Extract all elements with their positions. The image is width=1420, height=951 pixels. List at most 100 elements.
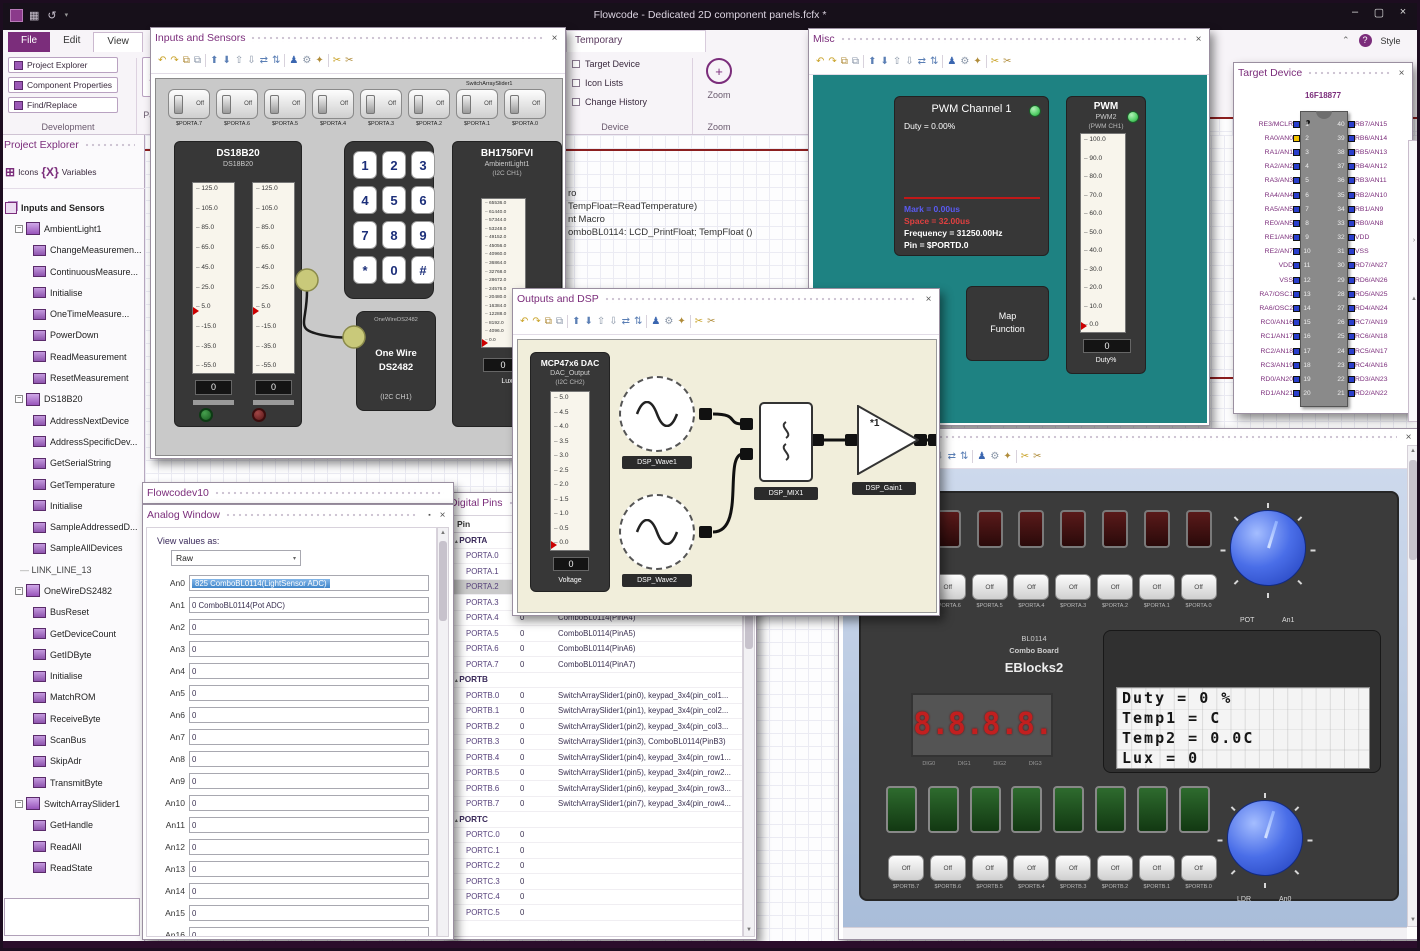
flip-horizontal-icon[interactable]: ⇄ [260,55,268,66]
configure-icon[interactable]: ⚙ [990,451,999,462]
variables-label[interactable]: Variables [62,167,97,177]
expander-icon[interactable] [15,224,23,233]
dsp-wave1-generator[interactable] [619,376,695,452]
move-down-icon[interactable]: ⇩ [905,56,913,67]
analog-value-input[interactable]: 0 [189,861,429,877]
scroll-up-icon[interactable]: ▲ [1409,296,1419,302]
digital-pin-row[interactable]: PORTB.2 0 SwitchArraySlider1(pin2), keyp… [450,719,742,735]
pin-icon[interactable]: ▪ [423,512,436,519]
digital-pin-row[interactable]: PORTB.4 0 SwitchArraySlider1(pin4), keyp… [450,750,742,766]
tree-item[interactable]: ReadAll [2,836,143,857]
tree-item[interactable]: DS18B20 [2,389,143,410]
paste-icon[interactable]: ⧉ [852,56,859,67]
cut-icon[interactable]: ✂ [695,316,703,327]
effects-icon[interactable]: ✦ [315,55,323,66]
delete-icon[interactable]: ✂ [345,55,353,66]
tree-item[interactable]: Initialise [2,282,143,303]
tree-item[interactable]: GetSerialString [2,453,143,474]
style-menu[interactable]: Style [1381,36,1401,46]
analog-value-input[interactable]: 0 [189,773,429,789]
cut-icon[interactable]: ✂ [991,56,999,67]
digital-pin-row[interactable]: PORTB.3 0 SwitchArraySlider1(pin3), Comb… [450,735,742,750]
zoom-label[interactable]: Zoom [694,90,744,100]
board-push-button[interactable]: Off $PORTA.4 [1013,574,1050,609]
paste-icon[interactable]: ⧉ [194,55,201,66]
move-up-icon[interactable]: ⇧ [893,56,901,67]
digital-pin-row[interactable]: PORTB.5 0 SwitchArraySlider1(pin5), keyp… [450,766,742,781]
digital-pin-row[interactable]: PORTA.5 0 ComboBL0114(PinA5) [450,626,742,642]
move-up-icon[interactable]: ⇧ [597,316,605,327]
tree-item[interactable]: Initialise [2,495,143,516]
expander-icon[interactable] [15,395,23,404]
checkbox-icon[interactable] [572,60,580,68]
tree-item[interactable]: ChangeMeasuremen... [2,240,143,261]
toolbar-separator[interactable] [567,315,569,328]
digital-pin-row[interactable]: PORTC.5 0 [450,905,742,921]
copy-icon[interactable]: ⧉ [841,56,848,67]
maximize-button[interactable]: ▢ [1368,6,1390,19]
redo-icon[interactable]: ↷ [828,56,836,67]
ribbon-tab[interactable]: View [93,32,143,52]
variables-icon[interactable]: {X} [41,165,58,179]
raise-icon[interactable]: ⬆ [210,55,218,66]
dsp-wave2-generator[interactable] [619,494,695,570]
board-button-state[interactable]: Off [1013,574,1050,600]
tree-item[interactable]: AmbientLight1 [2,218,143,239]
configure-icon[interactable]: ⚙ [664,316,673,327]
digital-pin-row[interactable]: PORTC [450,812,742,828]
tree-item[interactable]: AddressNextDevice [2,410,143,431]
tree-item[interactable]: ContinuousMeasure... [2,261,143,282]
board-push-button[interactable]: Off $PORTB.2 [1096,855,1133,890]
analog-value-input[interactable]: 0 [189,905,429,921]
flip-vertical-icon[interactable]: ⇅ [960,451,968,462]
icons-label[interactable]: Icons [18,167,38,177]
close-icon[interactable]: × [1395,68,1408,79]
board-push-button[interactable]: Off $PORTB.0 [1180,855,1217,890]
scroll-up-icon[interactable]: ▲ [1408,446,1418,457]
analog-value-input[interactable]: 0 [189,795,429,811]
flip-vertical-icon[interactable]: ⇅ [634,316,642,327]
horizontal-scrollbar[interactable] [843,927,1407,939]
map-function-box[interactable]: Map Function [966,286,1049,361]
tree-item[interactable]: Inputs and Sensors [2,197,143,218]
board-button-state[interactable]: Off [1055,855,1092,881]
board-push-button[interactable]: Off $PORTB.3 [1055,855,1092,890]
paste-icon[interactable]: ⧉ [556,316,563,327]
flip-vertical-icon[interactable]: ⇅ [930,56,938,67]
digital-pin-row[interactable]: PORTB.7 0 SwitchArraySlider1(pin7), keyp… [450,797,742,812]
undo-icon[interactable]: ↶ [520,316,528,327]
toolbar-separator[interactable] [284,54,286,67]
board-button-state[interactable]: Off [1180,574,1217,600]
dsp-mixer[interactable] [759,402,813,482]
component-icon[interactable]: ♟ [289,55,298,66]
board-button-state[interactable]: Off [971,855,1008,881]
pot-knob[interactable] [1220,503,1316,598]
board-button-state[interactable]: Off [1138,574,1175,600]
icons-grid-icon[interactable]: ⊞ [5,165,15,179]
copy-icon[interactable]: ⧉ [183,55,190,66]
undo-icon[interactable]: ↶ [816,56,824,67]
toolbar-separator[interactable] [327,54,329,67]
digital-pin-row[interactable]: PORTC.0 0 [450,828,742,843]
component-icon[interactable]: ♟ [947,56,956,67]
scroll-up-icon[interactable]: ▲ [438,528,448,539]
analog-value-input[interactable]: 0 [189,619,429,635]
lower-icon[interactable]: ⬇ [880,56,888,67]
board-button-state[interactable]: Off [971,574,1008,600]
scroll-down-icon[interactable]: ▼ [1408,915,1418,926]
close-icon[interactable]: × [548,33,561,44]
ldr-knob[interactable] [1217,793,1313,888]
tree-item[interactable]: OneWireDS2482 [2,580,143,601]
analog-value-input[interactable]: 825 ComboBL0114(LightSensor ADC) [189,575,429,591]
flip-horizontal-icon[interactable]: ⇄ [948,451,956,462]
tree-item[interactable]: LINK_LINE_13 [2,559,143,580]
board-push-button[interactable]: Off $PORTA.0 [1180,574,1217,609]
analog-value-input[interactable]: 0 ComboBL0114(Pot ADC) [189,597,429,613]
tree-item[interactable]: GetDeviceCount [2,623,143,644]
flip-horizontal-icon[interactable]: ⇄ [918,56,926,67]
digital-pin-row[interactable]: PORTB.0 0 SwitchArraySlider1(pin0), keyp… [450,688,742,704]
board-button-state[interactable]: Off [1138,855,1175,881]
board-push-button[interactable]: Off $PORTA.2 [1096,574,1133,609]
copy-icon[interactable]: ⧉ [545,316,552,327]
digital-pin-row[interactable]: PORTB.6 0 SwitchArraySlider1(pin6), keyp… [450,781,742,797]
